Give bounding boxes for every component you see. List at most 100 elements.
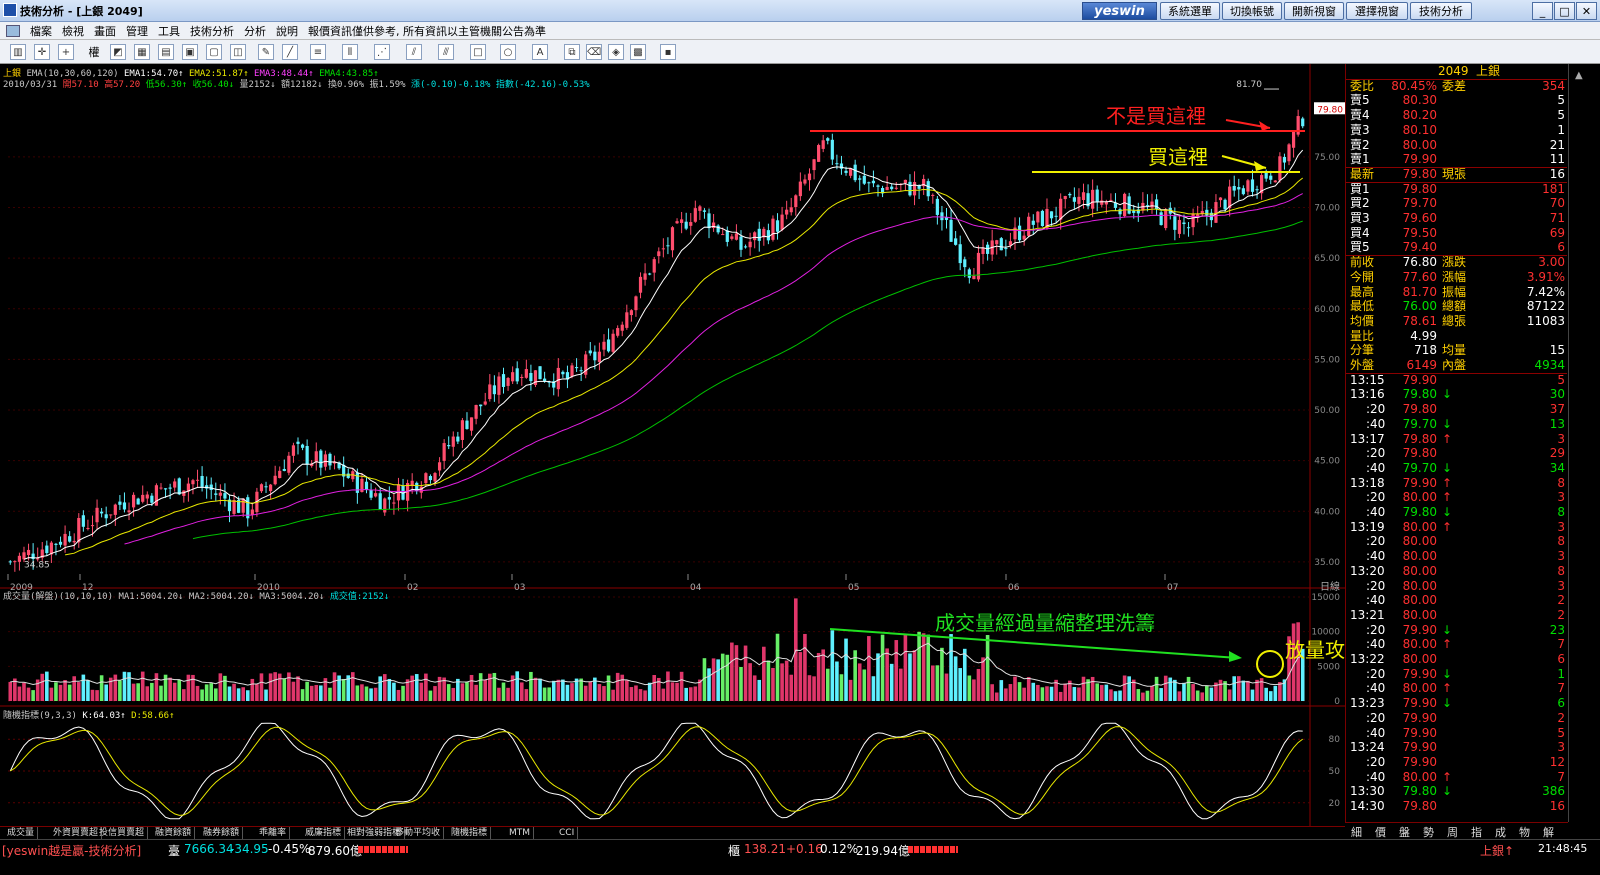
volume-bar <box>22 682 26 701</box>
tick-row: :40 79.70 ↓ 13 <box>1346 417 1567 432</box>
candle-body <box>680 219 684 223</box>
quote-tab-0[interactable]: 細 <box>1351 824 1362 840</box>
fan-tool-icon[interactable]: ⋰ <box>374 44 390 60</box>
volume-bar <box>894 640 899 701</box>
maximize-icon[interactable]: □ <box>1554 2 1575 20</box>
tick-row: :40 80.00 3 <box>1346 549 1567 564</box>
tick-price: 79.70 <box>1402 416 1437 431</box>
volume-bar <box>474 684 478 701</box>
quote-tab-5[interactable]: 指 <box>1471 824 1482 840</box>
ellipse-tool-icon[interactable]: ○ <box>500 44 516 60</box>
scroll-up-icon[interactable]: ▲ <box>1575 70 1593 84</box>
volume-bar <box>1049 686 1054 701</box>
channel-tool-icon[interactable]: ⫽ <box>406 44 422 60</box>
tick-row: :40 80.00 ↑ 7 <box>1346 681 1567 696</box>
quote-tab-7[interactable]: 物 <box>1519 824 1530 840</box>
volume-bar <box>519 682 524 701</box>
copy-icon[interactable]: ⧉ <box>564 44 580 60</box>
quote-tab-4[interactable]: 周 <box>1447 824 1458 840</box>
menu-file[interactable]: 檔案 <box>30 23 52 39</box>
candle-body <box>456 436 460 442</box>
volume-bar <box>168 677 172 701</box>
x-axis-unit: 日線 <box>1320 580 1340 593</box>
candle-body <box>606 339 611 352</box>
text-tool-icon[interactable]: A <box>532 44 548 60</box>
volume-bar <box>821 649 825 701</box>
quote-tab-6[interactable]: 成 <box>1495 824 1506 840</box>
draw-icon[interactable]: ✎ <box>258 44 274 60</box>
volume-bar <box>287 672 291 701</box>
quote-tab-2[interactable]: 盤 <box>1399 824 1410 840</box>
doc-icon <box>6 24 20 37</box>
volume-bar <box>264 689 268 701</box>
candle-body <box>775 220 780 232</box>
grid-icon[interactable]: ▦ <box>134 44 150 60</box>
tick-price: 79.80 <box>1402 784 1437 799</box>
menu-technical[interactable]: 技術分析 <box>190 23 234 39</box>
vline-tool-icon[interactable]: ⫴ <box>342 44 358 60</box>
split-icon[interactable]: ◫ <box>230 44 246 60</box>
tech-analysis-button[interactable]: 技術分析 <box>1410 2 1472 20</box>
volume-bar <box>625 680 629 701</box>
menu-screen[interactable]: 畫面 <box>94 23 116 39</box>
volume-bar <box>186 674 191 701</box>
menu-help[interactable]: 說明 <box>276 23 298 39</box>
candle-body <box>113 504 117 515</box>
candle-body <box>58 541 63 545</box>
rect-tool-icon[interactable]: □ <box>470 44 486 60</box>
menu-tools[interactable]: 工具 <box>158 23 180 39</box>
candle-body <box>1255 189 1259 191</box>
menu-manage[interactable]: 管理 <box>126 23 148 39</box>
layout-icon[interactable]: ▤ <box>158 44 174 60</box>
menu-analysis[interactable]: 分析 <box>244 23 266 39</box>
quote-tab-3[interactable]: 勢 <box>1423 824 1434 840</box>
chart-area[interactable]: 75.00 70.00 65.00 60.00 55.00 50.00 45.00 40.00… <box>0 64 1365 826</box>
stat-row: 均價 78.61 總張 11083 <box>1346 314 1567 329</box>
restore-icon[interactable]: ◩ <box>110 44 126 60</box>
palette-icon[interactable]: ▩ <box>630 44 646 60</box>
ohlc-value-1: 開57.10 <box>62 80 105 90</box>
line-tool-icon[interactable]: ╱ <box>282 44 298 60</box>
quote-tab-8[interactable]: 解 <box>1543 824 1554 840</box>
crosshair-icon[interactable]: ✛ <box>34 44 50 60</box>
ohlc-value-5: 量2152↓ <box>239 80 282 90</box>
chart-svg[interactable]: 75.00 70.00 65.00 60.00 55.00 50.00 45.00 40.00… <box>0 64 1365 826</box>
candle-body <box>136 498 140 505</box>
close-icon[interactable]: ✕ <box>1576 2 1597 20</box>
panel-icon[interactable]: ▢ <box>206 44 222 60</box>
candle-body <box>538 366 542 380</box>
weight-toggle[interactable]: 權 <box>82 44 106 60</box>
paint-icon[interactable]: ◈ <box>608 44 624 60</box>
candle-body <box>168 487 172 489</box>
window-icon[interactable]: ▣ <box>182 44 198 60</box>
chart-type-icon[interactable]: ▥ <box>10 44 26 60</box>
right-scroll-strip[interactable]: ▲ <box>1568 64 1600 822</box>
ask-price: 80.30 <box>1402 93 1437 108</box>
menu-view[interactable]: 檢視 <box>62 23 84 39</box>
system-menu-button[interactable]: 系統選單 <box>1160 2 1220 20</box>
volume-bar <box>661 688 666 701</box>
volume-bar <box>140 671 145 701</box>
volume-bar <box>510 675 515 701</box>
candle-body <box>1077 196 1081 204</box>
volume-bar <box>629 687 634 701</box>
hline-tool-icon[interactable]: ≡ <box>310 44 326 60</box>
tick-time: :20 <box>1366 402 1386 417</box>
quote-tab-1[interactable]: 價 <box>1375 824 1386 840</box>
candle-body <box>451 436 455 447</box>
new-window-button[interactable]: 開新視窗 <box>1284 2 1344 20</box>
save-icon[interactable]: ▪ <box>660 44 676 60</box>
eraser-icon[interactable]: ⌫ <box>586 44 602 60</box>
candle-body <box>154 485 159 506</box>
volume-bar <box>433 686 437 701</box>
volume-bar <box>1081 676 1086 701</box>
switch-account-button[interactable]: 切換帳號 <box>1222 2 1282 20</box>
volume-bar <box>241 687 245 701</box>
select-window-button[interactable]: 選擇視窗 <box>1346 2 1408 20</box>
zoom-in-icon[interactable]: + <box>58 44 74 60</box>
stat-value: 4.99 <box>1410 328 1437 343</box>
parallel-tool-icon[interactable]: ⫻ <box>438 44 454 60</box>
minimize-icon[interactable]: _ <box>1532 2 1553 20</box>
candle-body <box>469 417 474 431</box>
candle-body <box>524 369 528 378</box>
